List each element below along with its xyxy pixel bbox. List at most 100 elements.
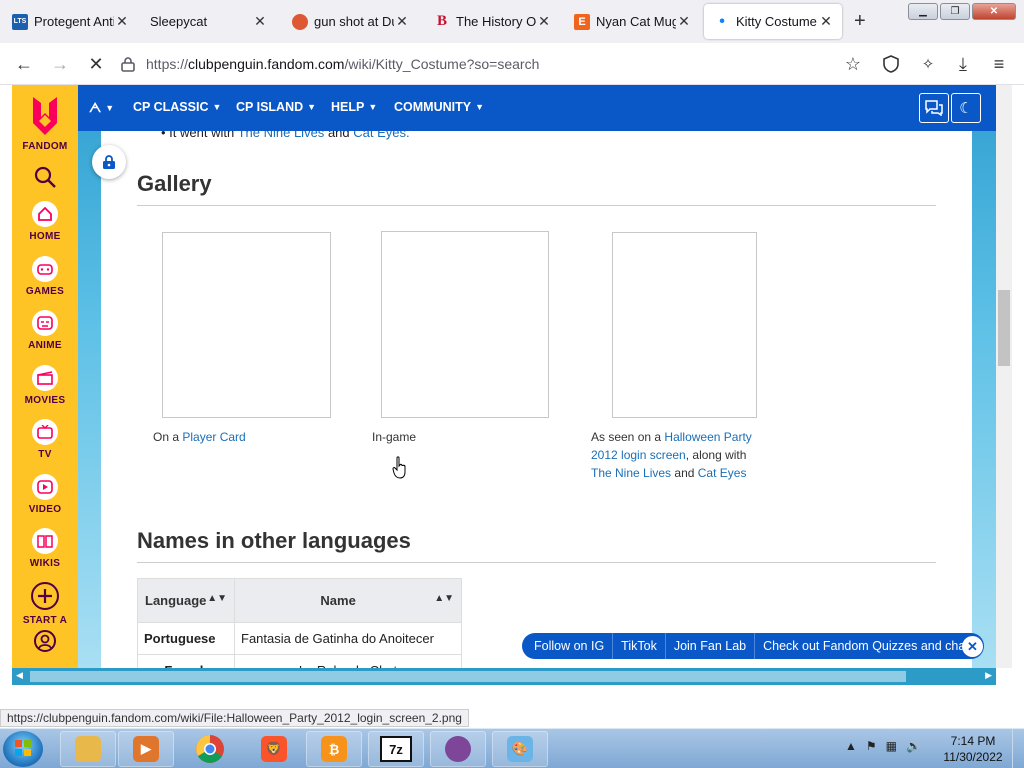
tab-sleepycat[interactable]: Sleepycat ✕ <box>140 4 276 39</box>
rail-item-anime[interactable]: ANIME <box>12 310 78 351</box>
wiki-nav-community[interactable]: COMMUNITY ▼ <box>394 100 484 114</box>
new-tab-button[interactable]: + <box>854 11 866 31</box>
tab-etsy[interactable]: E Nyan Cat Mug ✕ <box>564 4 700 39</box>
discussions-button[interactable] <box>919 93 949 123</box>
wiki-font-size-menu[interactable]: ᗅ ▼ <box>89 100 114 116</box>
tab-kitty-costume[interactable]: • Kitty Costume | ✕ <box>704 4 842 39</box>
rail-item-home[interactable]: HOME <box>12 201 78 242</box>
rail-user-account[interactable] <box>12 629 78 653</box>
bullet-text: and <box>327 131 350 140</box>
rail-item-start-a-wiki[interactable]: START A <box>12 581 78 626</box>
volume-icon[interactable]: 🔊 <box>906 739 921 753</box>
gallery-image-in-game[interactable] <box>381 231 549 418</box>
tiktok-link[interactable]: TikTok <box>613 639 665 653</box>
link-the-nine-lives[interactable]: The Nine Lives <box>238 131 325 140</box>
bullet-period: . <box>406 131 410 140</box>
stop-loading-button[interactable]: ✕ <box>84 53 108 75</box>
bookmark-star-icon[interactable]: ☆ <box>841 53 865 75</box>
link-cat-eyes[interactable]: Cat Eyes <box>353 131 406 140</box>
close-icon[interactable]: ✕ <box>114 13 130 30</box>
taskbar-brave[interactable]: 🦁 <box>246 731 302 767</box>
gallery-image-player-card[interactable] <box>162 232 331 418</box>
taskbar-tor-browser[interactable] <box>430 731 486 767</box>
taskbar-bitcoin-app[interactable]: ₿ <box>306 731 362 767</box>
video-icon <box>32 474 58 500</box>
window-close-button[interactable]: ✕ <box>972 3 1016 20</box>
tv-icon <box>32 419 58 445</box>
horizontal-scrollbar[interactable]: ◀ ▶ <box>12 668 996 685</box>
scroll-right-arrow-icon[interactable]: ▶ <box>985 670 992 681</box>
rail-item-wikis[interactable]: WIKIS <box>12 528 78 569</box>
languages-table: Language ▲▼ Name ▲▼ Portuguese Fantasia de… <box>137 578 462 668</box>
page-lock-button[interactable] <box>92 145 126 179</box>
taskbar-explorer[interactable] <box>60 731 116 767</box>
chevron-down-icon: ▼ <box>307 102 317 112</box>
scroll-left-arrow-icon[interactable]: ◀ <box>16 670 23 681</box>
url-host: clubpenguin.fandom.com <box>188 56 345 72</box>
minimize-button[interactable]: ▁ <box>908 3 938 20</box>
forward-button[interactable]: → <box>48 53 72 75</box>
wiki-nav-cp-classic[interactable]: CP CLASSIC ▼ <box>133 100 221 114</box>
taskbar-media-player[interactable]: ▶ <box>118 731 174 767</box>
download-icon[interactable]: ⤓ <box>951 53 975 75</box>
close-follow-bar-button[interactable]: ✕ <box>962 636 983 657</box>
rail-search[interactable] <box>12 165 78 189</box>
wiki-nav-cp-island[interactable]: CP ISLAND ▼ <box>236 100 316 114</box>
taskbar-7zip[interactable]: 7z <box>368 731 424 767</box>
taskbar-chrome[interactable] <box>182 731 238 767</box>
fandom-quizzes-link[interactable]: Check out Fandom Quizzes and cha <box>755 639 973 653</box>
taskbar-paint[interactable]: 🎨 <box>492 731 548 767</box>
scrollbar-thumb[interactable] <box>998 290 1010 366</box>
tab-title: gun shot at Duc <box>314 14 394 29</box>
hand-cursor-icon <box>392 456 406 479</box>
start-button[interactable] <box>3 731 43 767</box>
restore-button[interactable]: ❐ <box>940 3 970 20</box>
dark-mode-button[interactable]: ☾ <box>951 93 981 123</box>
rail-item-games[interactable]: GAMES <box>12 256 78 297</box>
scrollbar-thumb[interactable] <box>30 671 906 682</box>
show-desktop-button[interactable] <box>1012 729 1024 768</box>
show-hidden-icons-arrow-icon[interactable]: ▲ <box>845 739 857 753</box>
network-icon[interactable]: ▦ <box>886 739 897 753</box>
menu-hamburger-icon[interactable]: ≡ <box>987 53 1011 75</box>
rail-item-video[interactable]: VIDEO <box>12 474 78 515</box>
user-avatar-icon <box>34 630 56 652</box>
link-cat-eyes[interactable]: Cat Eyes <box>698 466 747 480</box>
back-button[interactable]: ← <box>12 53 36 75</box>
wiki-nav-help[interactable]: HELP ▼ <box>331 100 377 114</box>
shield-icon[interactable] <box>879 53 903 75</box>
close-icon[interactable]: ✕ <box>676 13 692 30</box>
column-header-language[interactable]: Language ▲▼ <box>137 578 235 623</box>
tab-protegent[interactable]: LTS Protegent Antivi ✕ <box>2 4 138 39</box>
brave-icon: 🦁 <box>261 736 287 762</box>
tab-history[interactable]: B The History Of ✕ <box>424 4 560 39</box>
paint-icon: 🎨 <box>507 736 533 762</box>
rail-item-movies[interactable]: MOVIES <box>12 365 78 406</box>
close-icon[interactable]: ✕ <box>252 13 268 30</box>
vertical-scrollbar[interactable] <box>996 85 1012 668</box>
tab-title: Sleepycat <box>150 14 208 29</box>
link-the-nine-lives[interactable]: The Nine Lives <box>591 466 671 480</box>
chrome-icon <box>196 735 224 763</box>
rail-brand-label: FANDOM <box>22 141 68 152</box>
taskbar-clock[interactable]: 7:14 PM 11/30/2022 <box>938 733 1008 765</box>
join-fan-lab-link[interactable]: Join Fan Lab <box>666 639 754 653</box>
fandom-logo[interactable]: FANDOM <box>12 93 78 152</box>
chevron-down-icon: ▼ <box>105 103 115 113</box>
chevron-down-icon: ▼ <box>212 102 222 112</box>
link-player-card[interactable]: Player Card <box>182 430 245 444</box>
book-icon <box>32 528 58 554</box>
extensions-wand-icon[interactable]: ✧ <box>916 53 940 75</box>
chevron-down-icon: ▼ <box>368 102 378 112</box>
close-icon[interactable]: ✕ <box>818 13 834 30</box>
address-bar[interactable]: https://clubpenguin.fandom.com/wiki/Kitt… <box>120 49 880 79</box>
column-header-name[interactable]: Name ▲▼ <box>234 578 462 623</box>
close-icon[interactable]: ✕ <box>536 13 552 30</box>
rail-item-tv[interactable]: TV <box>12 419 78 460</box>
close-icon[interactable]: ✕ <box>394 13 410 30</box>
follow-on-ig-link[interactable]: Follow on IG <box>522 639 612 653</box>
tab-title: Kitty Costume | <box>736 14 818 29</box>
gallery-image-login-screen[interactable] <box>612 232 757 418</box>
tab-duckduckgo[interactable]: gun shot at Duc ✕ <box>282 4 418 39</box>
action-center-icon[interactable]: ⚑ <box>866 739 877 753</box>
